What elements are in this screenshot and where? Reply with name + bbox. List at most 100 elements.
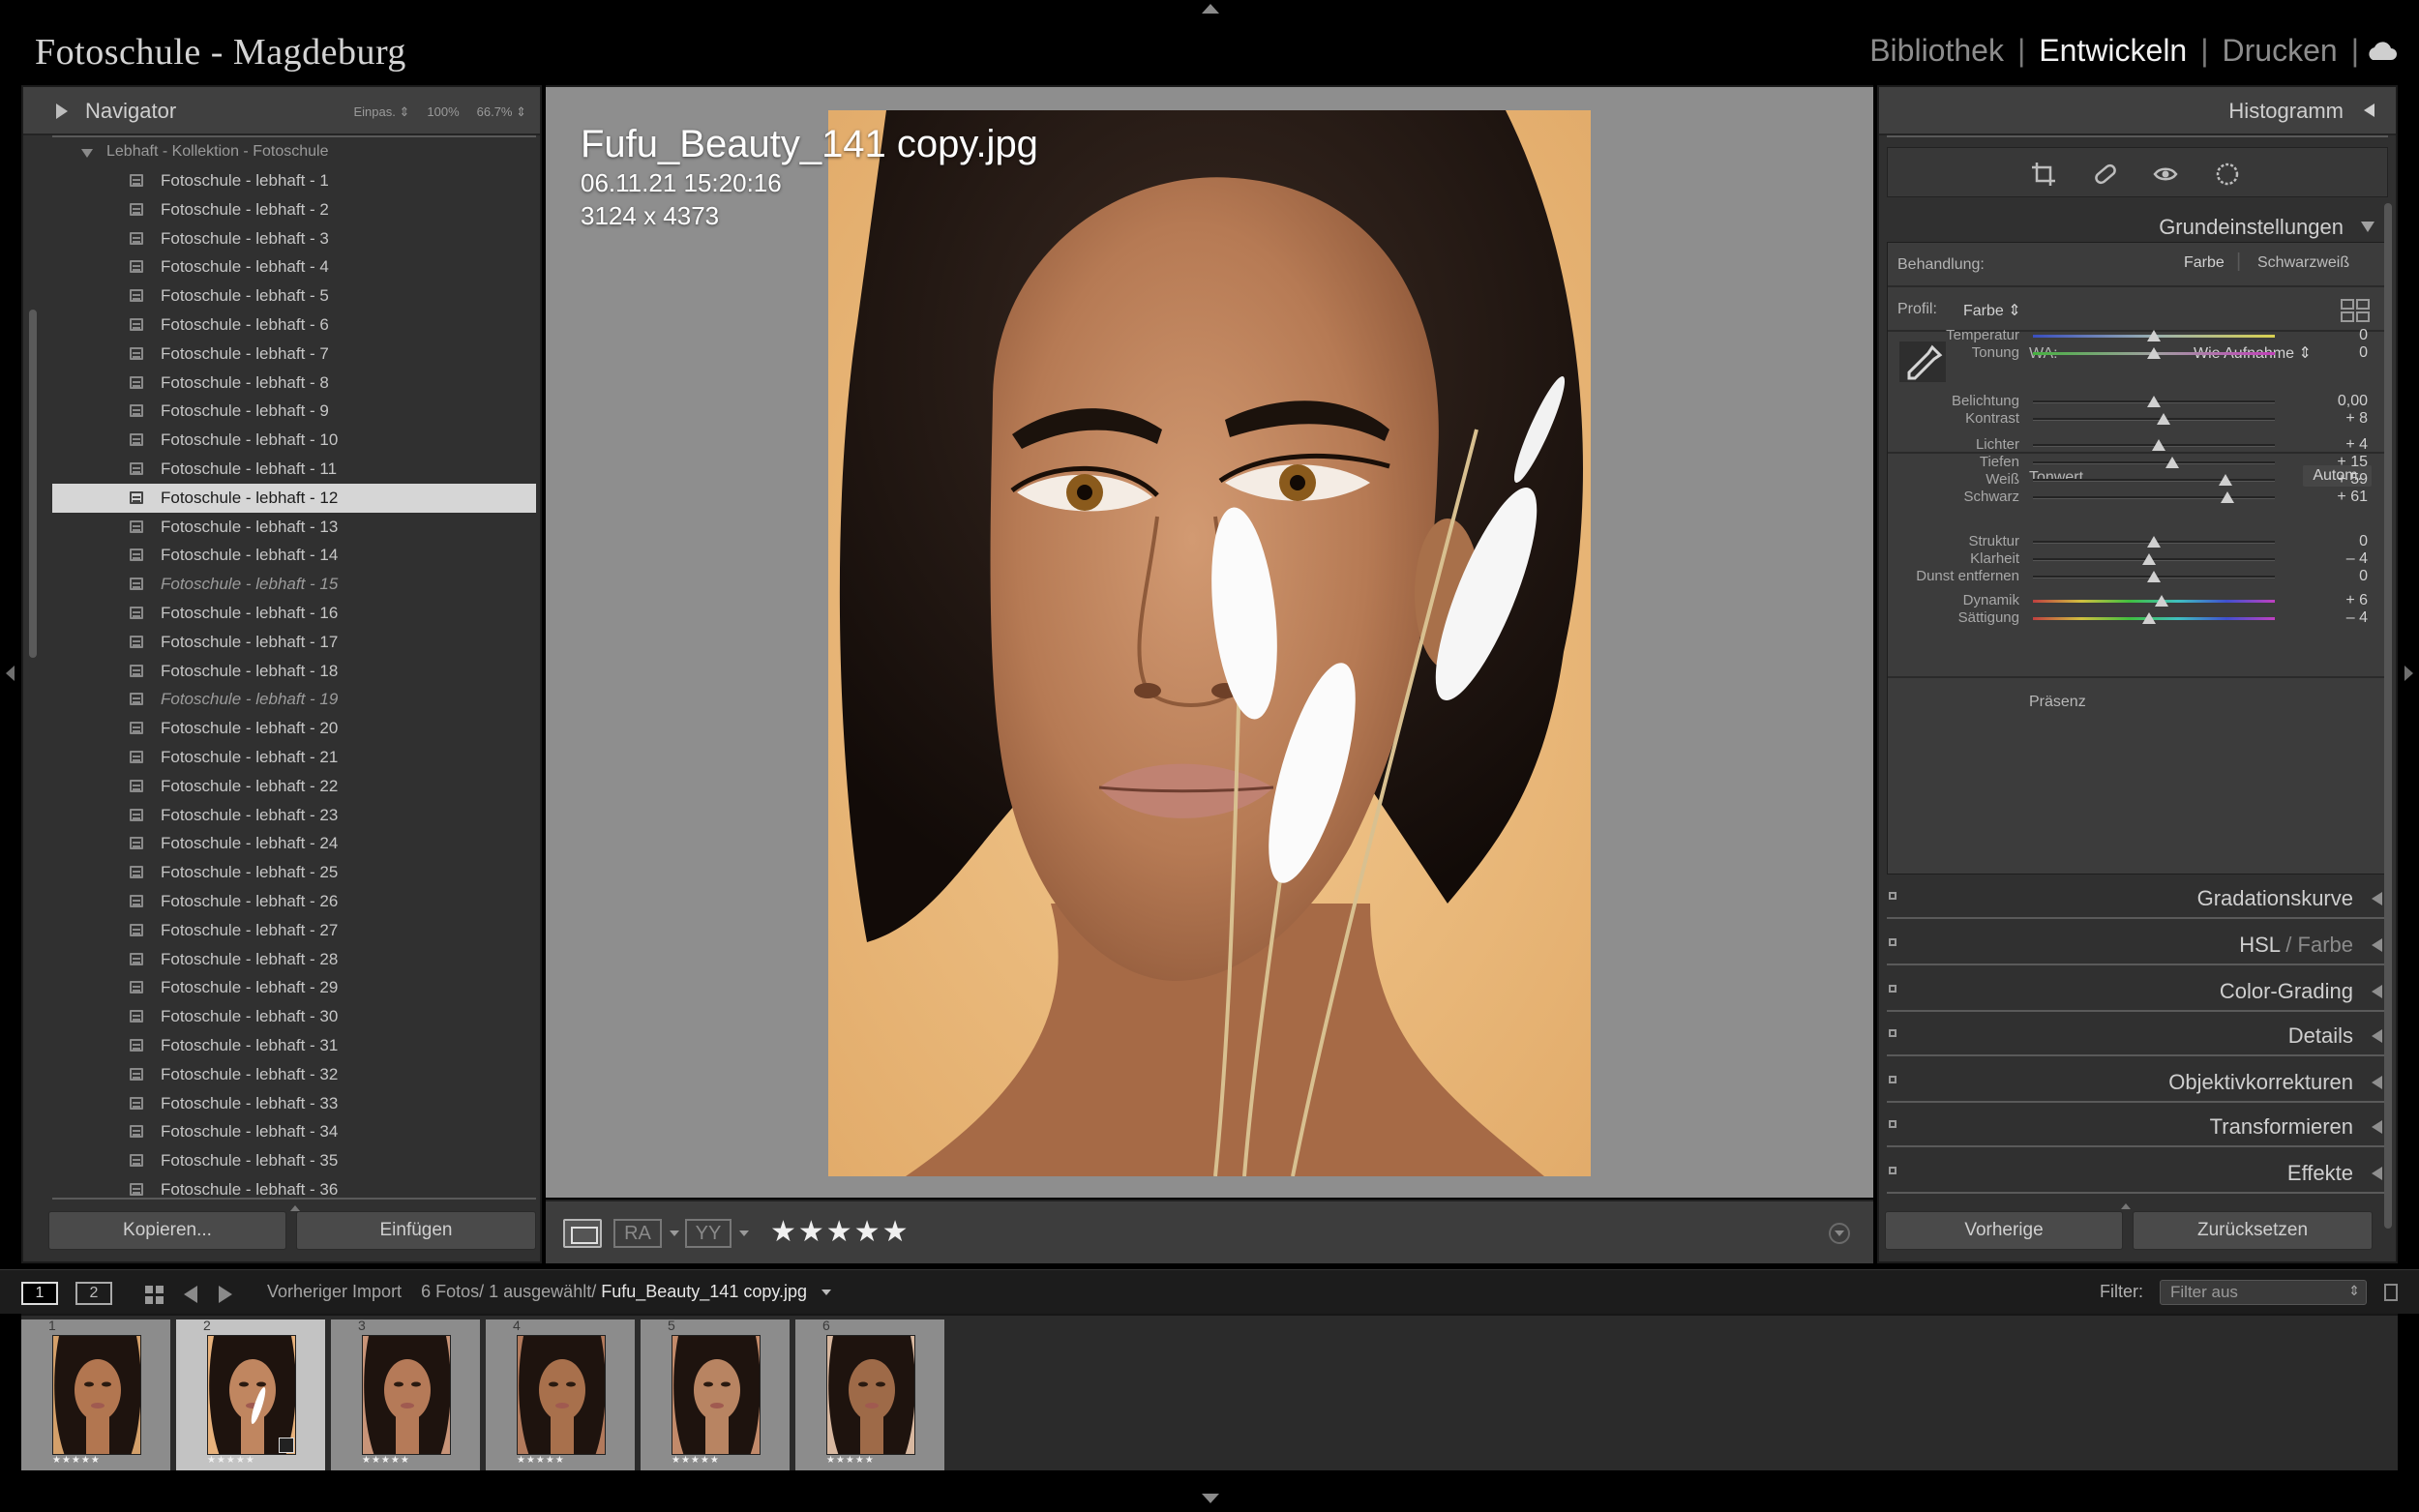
slider-value[interactable]: 0	[2359, 568, 2368, 585]
filmstrip-thumbnail[interactable]: 2 ★★★★★	[176, 1318, 327, 1470]
filmstrip-thumbnail[interactable]: 3 ★★★★★	[331, 1318, 482, 1470]
collection-item[interactable]: Fotoschule - lebhaft - 4	[52, 252, 536, 282]
filmstrip-thumbnail[interactable]: 1 ★★★★★	[21, 1318, 172, 1470]
collection-item[interactable]: Fotoschule - lebhaft - 35	[52, 1146, 536, 1175]
collapse-triangle-icon[interactable]	[2372, 1167, 2382, 1180]
thumbnail-image[interactable]	[672, 1335, 761, 1455]
thumbnail-image[interactable]	[362, 1335, 451, 1455]
section-effekte[interactable]: Effekte	[1887, 1159, 2388, 1194]
section-objektivkorrekturen[interactable]: Objektivkorrekturen	[1887, 1068, 2388, 1103]
rating-stars[interactable]: ★★★★★	[770, 1215, 910, 1249]
collection-item[interactable]: Fotoschule - lebhaft - 24	[52, 829, 536, 858]
slider-thumb[interactable]	[2157, 413, 2170, 425]
collection-item[interactable]: Fotoschule - lebhaft - 5	[52, 282, 536, 311]
collection-item[interactable]: Fotoschule - lebhaft - 33	[52, 1089, 536, 1118]
loupe-view-button[interactable]	[563, 1219, 602, 1248]
slider-sättigung[interactable]: Sättigung – 4	[1888, 605, 2387, 632]
section-toggle-icon[interactable]	[1889, 938, 1896, 946]
slider-track[interactable]	[2033, 479, 2275, 482]
section-toggle-icon[interactable]	[1889, 1029, 1896, 1037]
collapse-triangle-icon[interactable]	[2372, 1029, 2382, 1043]
slider-thumb[interactable]	[2142, 612, 2156, 624]
treatment-color-option[interactable]: Farbe	[2184, 254, 2225, 272]
slider-dunst-entfernen[interactable]: Dunst entfernen 0	[1888, 563, 2387, 590]
masking-icon[interactable]	[2213, 160, 2242, 189]
slider-schwarz[interactable]: Schwarz + 61	[1888, 484, 2387, 511]
previous-settings-button[interactable]: Vorherige	[1885, 1211, 2123, 1250]
disclosure-triangle-icon[interactable]	[81, 149, 93, 158]
slider-value[interactable]: + 8	[2345, 410, 2368, 428]
slider-value[interactable]: 0	[2359, 344, 2368, 362]
before-after-button[interactable]: RA	[613, 1219, 662, 1248]
collection-item[interactable]: Fotoschule - lebhaft - 26	[52, 887, 536, 916]
collection-item[interactable]: Fotoschule - lebhaft - 29	[52, 973, 536, 1002]
section-toggle-icon[interactable]	[1889, 892, 1896, 900]
filter-select[interactable]: Filter aus	[2160, 1280, 2367, 1305]
collapse-triangle-icon[interactable]	[2372, 985, 2382, 998]
back-arrow-icon[interactable]	[184, 1286, 197, 1303]
source-menu-caret-icon[interactable]	[821, 1290, 832, 1296]
red-eye-icon[interactable]	[2151, 160, 2180, 189]
collection-item[interactable]: Fotoschule - lebhaft - 3	[52, 224, 536, 253]
expand-triangle-icon[interactable]	[2361, 222, 2374, 232]
filter-lock-icon[interactable]	[2384, 1284, 2398, 1301]
collapse-triangle-icon[interactable]	[2372, 1120, 2382, 1134]
slider-tonung[interactable]: Tonung 0	[1888, 340, 2387, 367]
collection-item[interactable]: Fotoschule - lebhaft - 21	[52, 743, 536, 772]
collection-item[interactable]: Fotoschule - lebhaft - 14	[52, 541, 536, 570]
slider-value[interactable]: + 61	[2337, 489, 2368, 506]
collection-item[interactable]: Fotoschule - lebhaft - 25	[52, 858, 536, 887]
collection-item[interactable]: Fotoschule - lebhaft - 11	[52, 455, 536, 484]
crop-icon[interactable]	[2029, 160, 2058, 189]
section-toggle-icon[interactable]	[1889, 1076, 1896, 1083]
slider-thumb[interactable]	[2147, 347, 2161, 359]
healing-brush-icon[interactable]	[2091, 160, 2120, 189]
collection-item[interactable]: Fotoschule - lebhaft - 31	[52, 1031, 536, 1060]
collapse-bottom-panel-icon[interactable]	[1202, 1494, 1219, 1503]
forward-arrow-icon[interactable]	[219, 1286, 232, 1303]
collection-item[interactable]: Fotoschule - lebhaft - 13	[52, 513, 536, 542]
section-toggle-icon[interactable]	[1889, 1120, 1896, 1128]
slider-thumb[interactable]	[2221, 491, 2235, 503]
expand-triangle-icon[interactable]	[56, 104, 68, 119]
collection-item[interactable]: Fotoschule - lebhaft - 17	[52, 628, 536, 657]
collection-item[interactable]: Fotoschule - lebhaft - 34	[52, 1117, 536, 1146]
section-details[interactable]: Details	[1887, 1022, 2388, 1056]
right-panel-scrollbar[interactable]	[2384, 203, 2392, 1229]
collection-item[interactable]: Fotoschule - lebhaft - 15	[52, 570, 536, 599]
reset-button[interactable]: Zurücksetzen	[2133, 1211, 2373, 1250]
cloud-icon[interactable]	[2365, 41, 2398, 62]
section-transformieren[interactable]: Transformieren	[1887, 1112, 2388, 1147]
paste-settings-button[interactable]: Einfügen	[296, 1211, 536, 1250]
collection-item[interactable]: Fotoschule - lebhaft - 16	[52, 599, 536, 628]
section-color-grading[interactable]: Color-Grading	[1887, 977, 2388, 1012]
collapse-left-panel-icon[interactable]	[6, 666, 15, 681]
treatment-bw-option[interactable]: Schwarzweiß	[2257, 254, 2349, 272]
slider-track[interactable]	[2033, 418, 2275, 421]
module-develop[interactable]: Entwickeln	[2025, 33, 2200, 69]
collection-item[interactable]: Fotoschule - lebhaft - 19	[52, 685, 536, 714]
section-toggle-icon[interactable]	[1889, 1167, 1896, 1174]
collection-set-header[interactable]: Lebhaft - Kollektion - Fotoschule	[23, 141, 540, 164]
collection-item[interactable]: Fotoschule - lebhaft - 28	[52, 945, 536, 974]
collection-item[interactable]: Fotoschule - lebhaft - 30	[52, 1002, 536, 1031]
toolbar-options-icon[interactable]	[1829, 1223, 1850, 1244]
profile-select[interactable]: Farbe ⇕	[1963, 301, 2021, 320]
collection-item[interactable]: Fotoschule - lebhaft - 12	[52, 483, 536, 513]
main-photo[interactable]	[828, 110, 1591, 1176]
collapse-top-panel-icon[interactable]	[1202, 4, 1219, 14]
module-print[interactable]: Drucken	[2209, 33, 2351, 69]
collection-item[interactable]: Fotoschule - lebhaft - 2	[52, 195, 536, 224]
slider-value[interactable]: – 4	[2346, 609, 2368, 627]
collapse-triangle-icon[interactable]	[2372, 1076, 2382, 1089]
thumbnail-image[interactable]	[826, 1335, 915, 1455]
left-panel-scrollbar[interactable]	[29, 310, 37, 658]
before-after-menu-icon[interactable]	[670, 1230, 679, 1236]
filmstrip-thumbnail[interactable]: 4 ★★★★★	[486, 1318, 637, 1470]
collection-item[interactable]: Fotoschule - lebhaft - 22	[52, 772, 536, 801]
filmstrip-thumbnail[interactable]: 5 ★★★★★	[641, 1318, 791, 1470]
section-hsl[interactable]: HSL / Farbe	[1887, 931, 2388, 965]
section-gradationskurve[interactable]: Gradationskurve	[1887, 884, 2388, 919]
collection-item[interactable]: Fotoschule - lebhaft - 1	[52, 166, 536, 195]
grid-view-icon[interactable]	[145, 1286, 164, 1305]
